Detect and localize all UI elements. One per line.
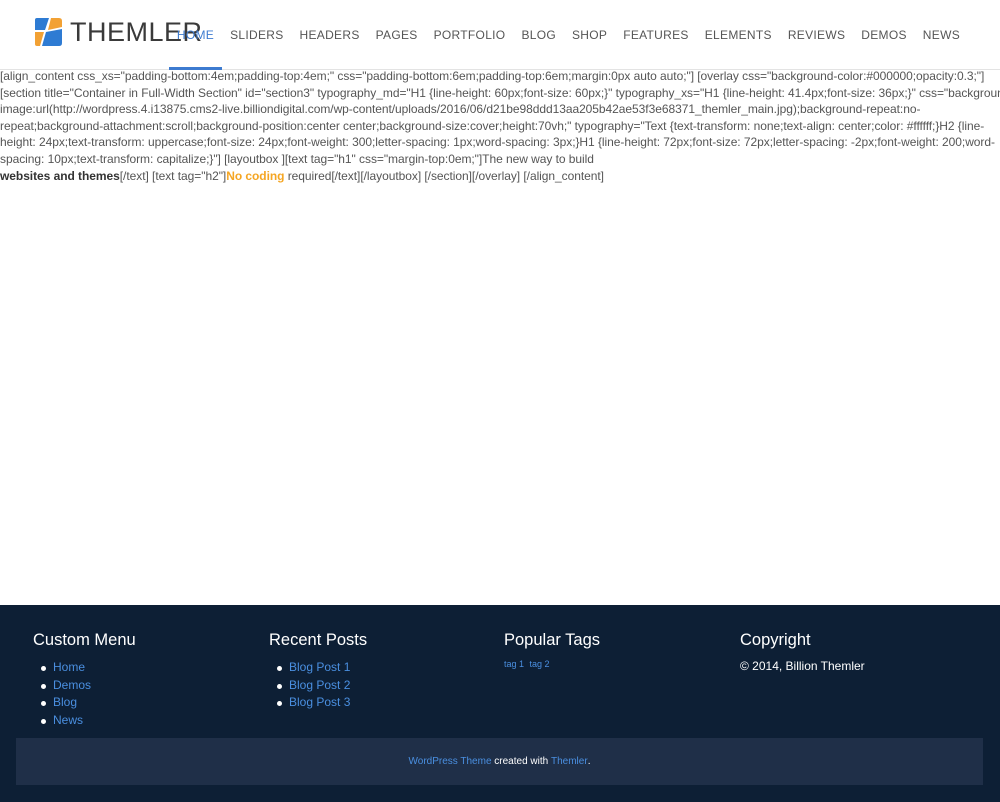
- highlight-text: No coding: [226, 168, 285, 183]
- nav-item-pages[interactable]: PAGES: [368, 0, 426, 70]
- list-item: Blog: [41, 694, 136, 712]
- content-line: repeat;background-attachment:scroll;back…: [0, 118, 985, 133]
- footer-custom-menu: Custom Menu Home Demos Blog News: [33, 631, 136, 729]
- list-item: Blog Post 2: [277, 677, 367, 695]
- footer-heading: Recent Posts: [269, 631, 368, 649]
- credit-text: created with: [491, 756, 551, 767]
- content-text: required[/text][/layoutbox] [/section][/…: [284, 168, 604, 183]
- main-nav: HOME SLIDERS HEADERS PAGES PORTFOLIO BLO…: [168, 0, 968, 70]
- footer-link-post[interactable]: Blog Post 1: [289, 660, 350, 674]
- nav-item-portfolio[interactable]: PORTFOLIO: [426, 0, 514, 70]
- site-header: THEMLER HOME SLIDERS HEADERS PAGES PORTF…: [0, 0, 1000, 70]
- footer-heading: Popular Tags: [504, 631, 601, 649]
- footer-link-blog[interactable]: Blog: [53, 695, 77, 709]
- nav-item-shop[interactable]: SHOP: [564, 0, 615, 70]
- nav-item-reviews[interactable]: REVIEWS: [780, 0, 853, 70]
- copyright-text: © 2014, Billion Themler: [740, 659, 865, 673]
- list-item: Home: [41, 659, 136, 677]
- footer-heading: Copyright: [740, 631, 811, 649]
- list-item: Blog Post 1: [277, 659, 367, 677]
- footer-link-news[interactable]: News: [53, 713, 83, 727]
- footer-popular-tags: Popular Tags tag 1 tag 2: [504, 631, 600, 669]
- list-item: News: [41, 712, 136, 730]
- footer-link-home[interactable]: Home: [53, 660, 85, 674]
- footer-copyright: Copyright © 2014, Billion Themler: [740, 631, 865, 673]
- content-line: [section title="Container in Full-Width …: [0, 85, 1000, 100]
- tag-link[interactable]: tag 2: [530, 659, 550, 669]
- list-item: Blog Post 3: [277, 694, 367, 712]
- list-item: Demos: [41, 677, 136, 695]
- tag-cloud: tag 1 tag 2: [504, 659, 600, 669]
- nav-item-elements[interactable]: ELEMENTS: [697, 0, 780, 70]
- nav-item-sliders[interactable]: SLIDERS: [222, 0, 291, 70]
- content-line: websites and themes[/text] [text tag="h2…: [0, 168, 1000, 185]
- footer-heading: Custom Menu: [33, 631, 136, 649]
- content-text: [/text] [text tag="h2"]: [119, 168, 227, 183]
- nav-item-demos[interactable]: DEMOS: [853, 0, 915, 70]
- content-line: spacing: 10px;text-transform: capitalize…: [0, 151, 594, 166]
- content-line: [align_content css_xs="padding-bottom:4e…: [0, 69, 985, 83]
- footer-link-demos[interactable]: Demos: [53, 678, 91, 692]
- nav-item-news[interactable]: NEWS: [915, 0, 968, 70]
- footer-recent-posts: Recent Posts Blog Post 1 Blog Post 2 Blo…: [269, 631, 367, 712]
- content-line: height: 24px;text-transform: uppercase;f…: [0, 135, 995, 150]
- themler-link[interactable]: Themler: [551, 756, 588, 767]
- footer-credit-bar: WordPress Theme created with Themler.: [16, 738, 983, 785]
- credit-end: .: [587, 756, 591, 767]
- shortcode-content: [align_content css_xs="padding-bottom:4e…: [0, 68, 1000, 184]
- content-line: image:url(http://wordpress.4.i13875.cms2…: [0, 102, 921, 117]
- recent-posts-list: Blog Post 1 Blog Post 2 Blog Post 3: [269, 659, 367, 712]
- tag-link[interactable]: tag 1: [504, 659, 524, 669]
- nav-item-features[interactable]: FEATURES: [615, 0, 697, 70]
- nav-item-headers[interactable]: HEADERS: [292, 0, 368, 70]
- wordpress-theme-link[interactable]: WordPress Theme: [409, 756, 492, 767]
- bold-text: websites and themes: [0, 168, 120, 183]
- nav-item-blog[interactable]: BLOG: [513, 0, 564, 70]
- footer-link-post[interactable]: Blog Post 2: [289, 678, 350, 692]
- custom-menu-list: Home Demos Blog News: [33, 659, 136, 729]
- nav-item-home[interactable]: HOME: [168, 0, 223, 70]
- themler-logo-icon: [35, 18, 62, 46]
- footer-link-post[interactable]: Blog Post 3: [289, 695, 350, 709]
